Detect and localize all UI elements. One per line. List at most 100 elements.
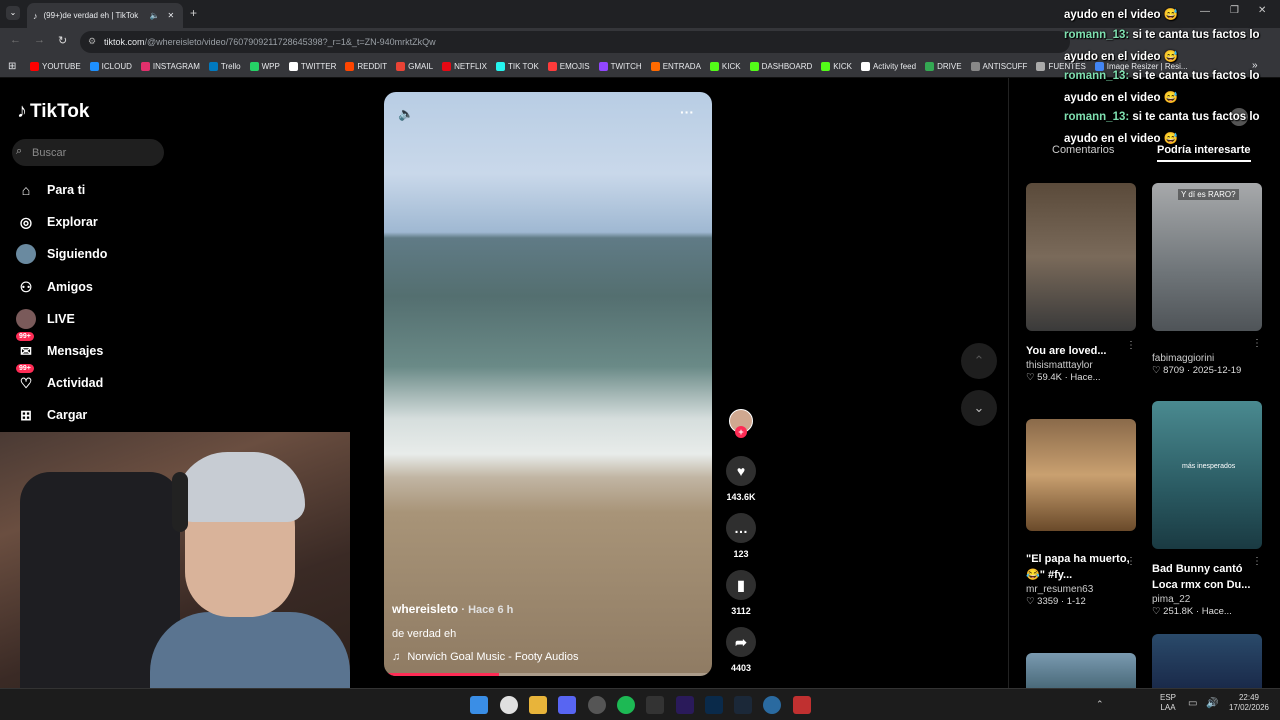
nav-item-explorar[interactable]: ◎ Explorar: [16, 212, 98, 232]
maximize-icon[interactable]: ❐: [1230, 5, 1239, 16]
site-info-icon[interactable]: ⚙: [88, 36, 96, 47]
suggested-video-card[interactable]: You are loved... thisismatttaylor ♡ 59.4…: [1026, 183, 1136, 383]
nav-item-amigos[interactable]: ⚇ Amigos: [16, 277, 93, 297]
app-icon[interactable]: [763, 696, 781, 714]
browser-tab-active[interactable]: ♪ (99+)de verdad eh | TikTok 🔈 ✕: [27, 3, 183, 28]
like-action[interactable]: ♥ 143.6K: [726, 456, 756, 502]
search-input[interactable]: ⌕ Buscar: [12, 139, 164, 166]
card-more-icon[interactable]: ⋮: [1252, 338, 1262, 349]
clock-time: 22:49: [1238, 693, 1260, 702]
heart-icon[interactable]: ♥: [726, 456, 756, 486]
bookmark-item[interactable]: Activity feed: [860, 62, 916, 71]
video-thumbnail[interactable]: [1026, 653, 1136, 688]
photoshop-icon[interactable]: [705, 696, 723, 714]
tab-comments[interactable]: Comentarios: [1052, 144, 1114, 156]
more-options-icon[interactable]: ···: [680, 104, 694, 120]
bookmark-item[interactable]: REDDIT: [345, 62, 387, 71]
bookmark-item[interactable]: KICK: [821, 62, 852, 71]
suggested-video-card[interactable]: Y dí es RARO? fabimaggiorini ♡ 8709 · 20…: [1152, 183, 1262, 376]
bookmark-item[interactable]: YOUTUBE: [30, 62, 81, 71]
forward-icon[interactable]: →: [34, 34, 45, 46]
bookmark-item[interactable]: ANTISCUFF: [970, 62, 1027, 71]
steam-icon[interactable]: [734, 696, 752, 714]
video-music-line[interactable]: ♫ Norwich Goal Music - Footy Audios: [392, 651, 578, 663]
tab-suggested[interactable]: Podría interesarte: [1157, 144, 1251, 162]
volume-tray-icon[interactable]: 🔊: [1206, 698, 1218, 709]
tiktok-logo[interactable]: ♪ TikTok: [17, 100, 89, 123]
bookmark-item[interactable]: TIK TOK: [495, 62, 539, 71]
nav-item-mensajes[interactable]: ✉ 99+ Mensajes: [16, 332, 103, 361]
bookmark-item[interactable]: Trello: [208, 62, 241, 71]
video-author[interactable]: whereisleto: [392, 602, 458, 616]
comment-action[interactable]: … 123: [726, 513, 756, 559]
new-tab-button[interactable]: +: [190, 6, 197, 20]
app-icon[interactable]: [646, 696, 664, 714]
card-more-icon[interactable]: ⋮: [1126, 556, 1136, 567]
discord-icon[interactable]: [558, 696, 576, 714]
chrome-icon[interactable]: [500, 696, 518, 714]
clock[interactable]: 22:49 17/02/2026: [1226, 693, 1272, 713]
apps-grid-icon[interactable]: ⊞: [8, 61, 16, 72]
spotify-icon[interactable]: [617, 696, 635, 714]
reload-icon[interactable]: ↻: [58, 34, 67, 47]
suggested-video-card[interactable]: más inesperados Bad Bunny cantó Loca rmx…: [1152, 401, 1262, 617]
share-action[interactable]: ➦ 4403: [726, 627, 756, 673]
voicemeeter-icon[interactable]: [793, 696, 811, 714]
close-window-icon[interactable]: ✕: [1258, 5, 1266, 16]
bookmark-icon[interactable]: ▮: [726, 570, 756, 600]
bookmark-item[interactable]: ENTRADA: [650, 62, 701, 71]
video-player[interactable]: 🔈 ··· whereisleto · Hace 6 h de verdad e…: [384, 92, 712, 676]
tray-chevron-icon[interactable]: ⌃: [1096, 699, 1104, 710]
bookmark-item[interactable]: INSTAGRAM: [140, 62, 200, 71]
language-indicator[interactable]: ESP LAA: [1160, 693, 1176, 713]
card-more-icon[interactable]: ⋮: [1126, 340, 1136, 351]
bookmark-item[interactable]: NETFLIX: [442, 62, 487, 71]
video-thumbnail[interactable]: Y dí es RARO?: [1152, 183, 1262, 331]
back-icon[interactable]: ←: [10, 34, 21, 46]
previous-video-button[interactable]: ⌃: [961, 343, 997, 379]
bookmark-item[interactable]: TWITCH: [598, 62, 642, 71]
video-thumbnail[interactable]: más inesperados: [1152, 401, 1262, 549]
next-video-button[interactable]: ⌄: [961, 390, 997, 426]
card-user[interactable]: mr_resumen63: [1026, 584, 1136, 595]
bookmark-item[interactable]: TWITTER: [288, 62, 336, 71]
nav-item-para-ti[interactable]: ⌂ Para ti: [16, 180, 85, 200]
card-more-icon[interactable]: ⋮: [1252, 556, 1262, 567]
bookmark-item[interactable]: DASHBOARD: [749, 62, 812, 71]
tab-list-button[interactable]: ⌄: [6, 6, 20, 20]
start-icon[interactable]: [470, 696, 488, 714]
bookmark-item[interactable]: WPP: [249, 62, 280, 71]
share-icon[interactable]: ➦: [726, 627, 756, 657]
speaker-icon[interactable]: 🔈: [150, 11, 160, 20]
video-thumbnail[interactable]: [1152, 634, 1262, 688]
video-progress-bar[interactable]: [384, 673, 712, 676]
card-user[interactable]: pima_22: [1152, 594, 1262, 605]
close-tab-icon[interactable]: ✕: [167, 11, 174, 20]
card-user[interactable]: fabimaggiorini: [1152, 353, 1262, 364]
volume-icon[interactable]: 🔈: [398, 106, 414, 122]
nav-item-siguiendo[interactable]: Siguiendo: [16, 244, 107, 264]
wifi-icon[interactable]: ▭: [1188, 698, 1197, 709]
share-count: 4403: [730, 663, 752, 673]
file-explorer-icon[interactable]: [529, 696, 547, 714]
premiere-icon[interactable]: [676, 696, 694, 714]
bookmark-item[interactable]: EMOJIS: [547, 62, 590, 71]
card-user[interactable]: thisismatttaylor: [1026, 360, 1136, 371]
nav-item-live[interactable]: LIVE: [16, 309, 75, 329]
bookmark-favicon-icon: [89, 62, 99, 71]
comment-icon[interactable]: …: [726, 513, 756, 543]
bookmark-item[interactable]: KICK: [709, 62, 741, 71]
follow-plus-icon[interactable]: +: [735, 426, 747, 438]
bookmark-item[interactable]: ICLOUD: [89, 62, 132, 71]
url-input[interactable]: ⚙ tiktok.com/@whereisleto/video/76079092…: [80, 31, 1070, 53]
bookmark-item[interactable]: DRIVE: [925, 62, 962, 71]
nav-item-actividad[interactable]: ♡ 99+ Actividad: [16, 364, 103, 393]
obs-icon[interactable]: [588, 696, 606, 714]
minimize-icon[interactable]: —: [1200, 6, 1210, 17]
bookmark-item[interactable]: GMAIL: [396, 62, 433, 71]
video-thumbnail[interactable]: [1026, 183, 1136, 331]
nav-item-cargar[interactable]: ⊞ Cargar: [16, 405, 87, 425]
video-thumbnail[interactable]: [1026, 419, 1136, 531]
save-action[interactable]: ▮ 3112: [726, 570, 756, 616]
suggested-video-card[interactable]: "El papa ha muerto, 😂" #fy... mr_resumen…: [1026, 419, 1136, 607]
